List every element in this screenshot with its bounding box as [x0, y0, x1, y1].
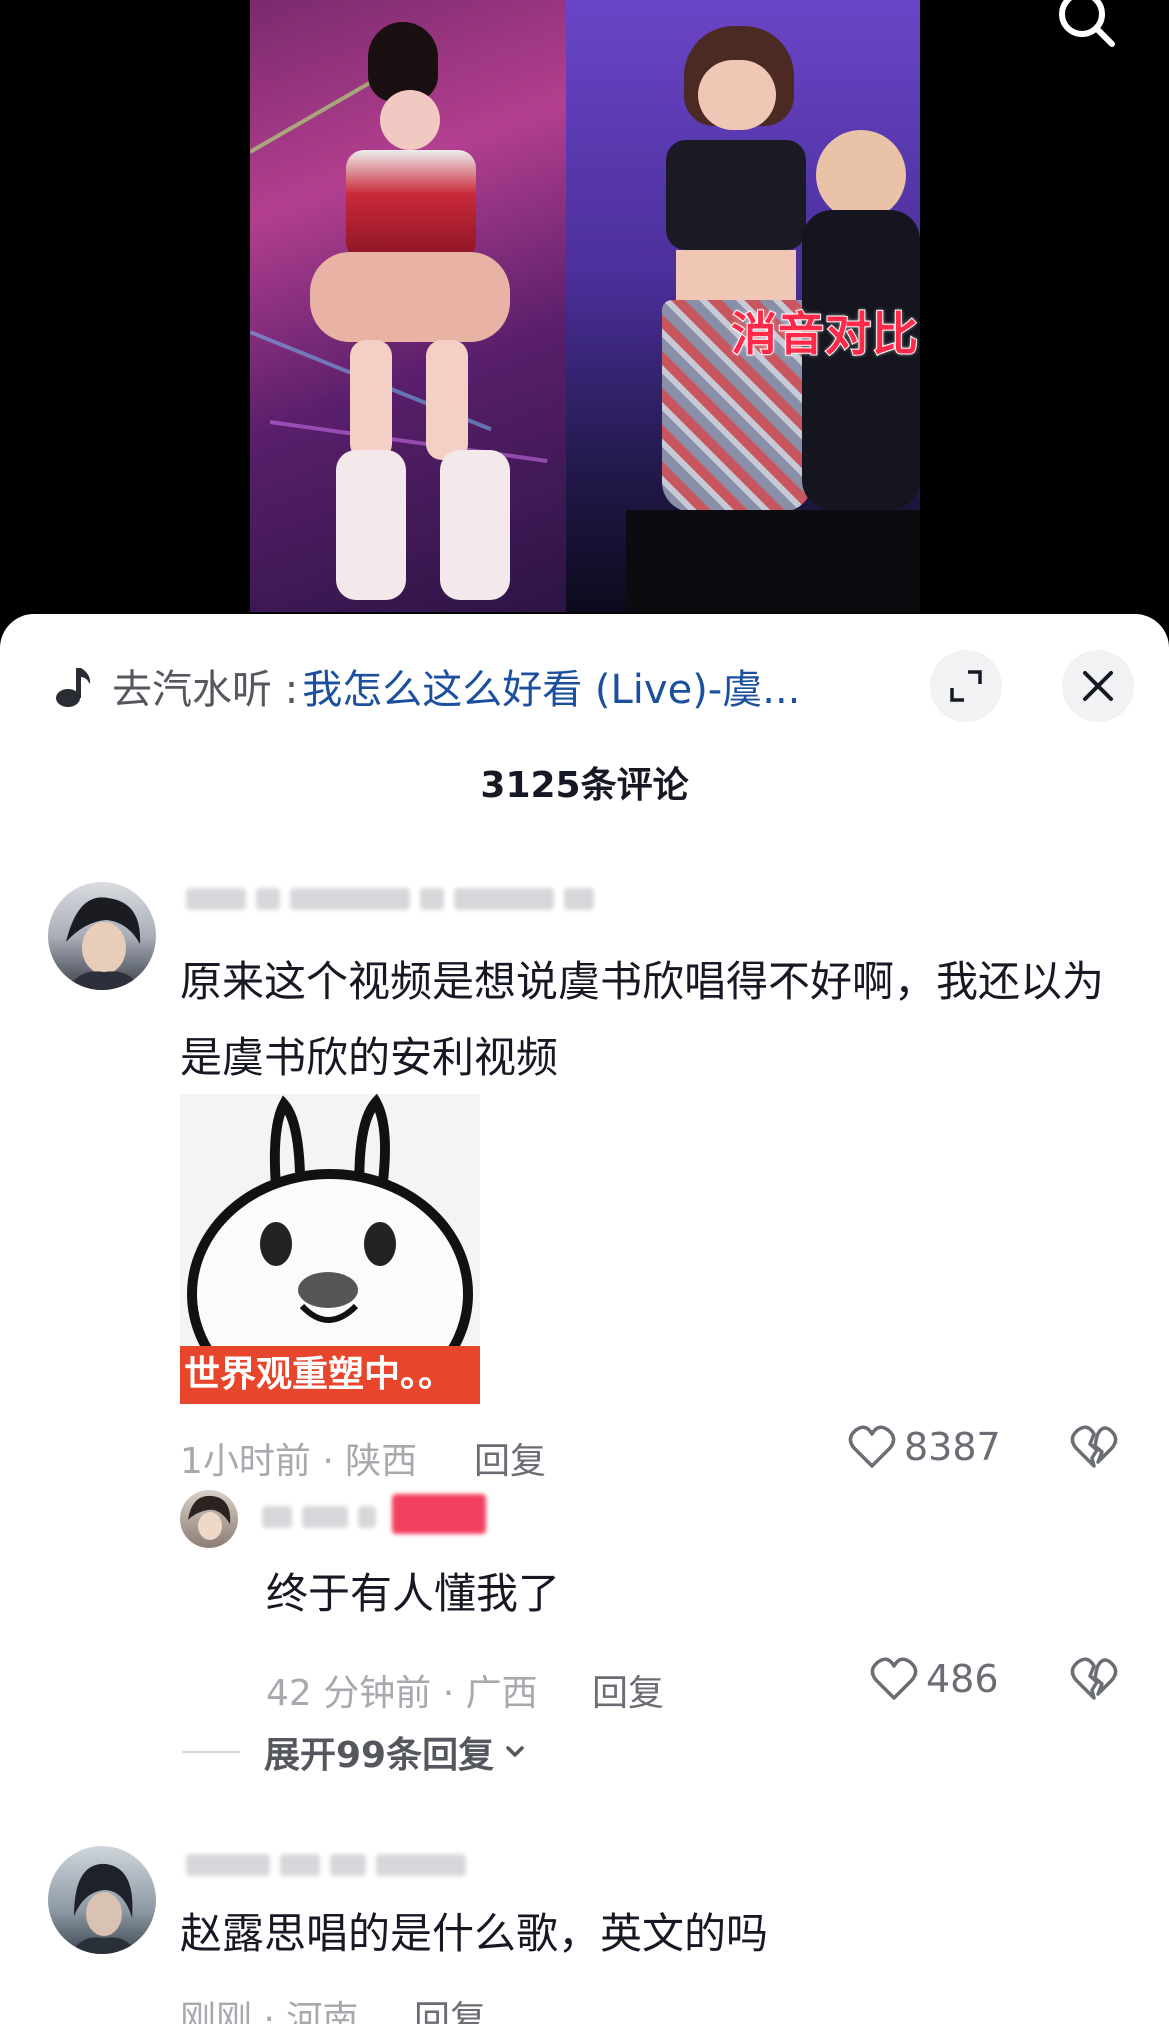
like-count: 8387	[904, 1425, 1001, 1469]
dislike-button[interactable]	[1070, 1424, 1118, 1474]
video-player[interactable]: 消音对比	[0, 0, 1169, 640]
expand-replies-button[interactable]: 展开99条回复	[182, 1726, 530, 1778]
close-button[interactable]	[1062, 650, 1134, 722]
divider	[182, 1751, 240, 1753]
comment-text: 赵露思唱的是什么歌，英文的吗	[180, 1909, 769, 1958]
avatar[interactable]	[48, 1846, 156, 1954]
reply-text: 终于有人懂我了	[266, 1569, 561, 1618]
reply-button[interactable]: 回复	[414, 1990, 486, 2024]
comment-text: 原来这个视频是想说虞书欣唱得不好啊，我还以为是虞书欣的安利视频	[180, 957, 1105, 1082]
dislike-button[interactable]	[1070, 1656, 1118, 1706]
broken-heart-icon	[1070, 1425, 1118, 1468]
music-title[interactable]: 我怎么这么好看 (Live)-虞...	[302, 658, 800, 714]
music-link[interactable]: 去汽水听 : 我怎么这么好看 (Live)-虞...	[54, 658, 884, 714]
search-button[interactable]	[1050, 0, 1120, 50]
like-button[interactable]: 486	[870, 1656, 999, 1702]
search-icon	[1059, 0, 1115, 47]
sticker-caption: 世界观重塑中。。	[180, 1346, 480, 1404]
like-count: 486	[926, 1657, 999, 1701]
comment-meta: 1小时前 · 陕西	[180, 1441, 418, 1482]
author-tag-badge	[392, 1494, 486, 1534]
video-frame[interactable]: 消音对比	[250, 0, 920, 612]
video-caption: 消音对比	[730, 306, 919, 362]
avatar[interactable]	[180, 1490, 238, 1548]
username-blurred[interactable]	[186, 1850, 466, 1880]
expand-icon	[950, 670, 982, 702]
expand-button[interactable]	[930, 650, 1002, 722]
chevron-down-icon	[506, 1746, 524, 1757]
music-prefix: 去汽水听 :	[112, 667, 299, 713]
music-note-icon	[56, 668, 91, 707]
username-blurred[interactable]	[262, 1502, 376, 1532]
comment-sheet: 去汽水听 : 我怎么这么好看 (Live)-虞... 3125条评论 原来这个视…	[0, 614, 1169, 2024]
avatar[interactable]	[48, 882, 156, 990]
close-icon	[1083, 671, 1113, 701]
heart-icon	[848, 1425, 896, 1468]
comment-meta: 刚刚 · 河南	[180, 1999, 359, 2024]
expand-replies-label: 展开99条回复	[264, 1735, 495, 1776]
reply-button[interactable]: 回复	[474, 1432, 546, 1484]
broken-heart-icon	[1070, 1657, 1118, 1700]
username-blurred[interactable]	[186, 884, 594, 914]
reply-button[interactable]: 回复	[592, 1664, 664, 1716]
comment-count: 3125条评论	[480, 765, 689, 806]
like-button[interactable]: 8387	[848, 1424, 1001, 1470]
rabbit-sticker	[187, 1094, 473, 1404]
comment-sticker[interactable]: 世界观重塑中。。	[180, 1094, 480, 1404]
heart-icon	[870, 1657, 918, 1700]
video-panel-left	[250, 0, 566, 612]
reply-meta: 42 分钟前 · 广西	[266, 1673, 538, 1714]
